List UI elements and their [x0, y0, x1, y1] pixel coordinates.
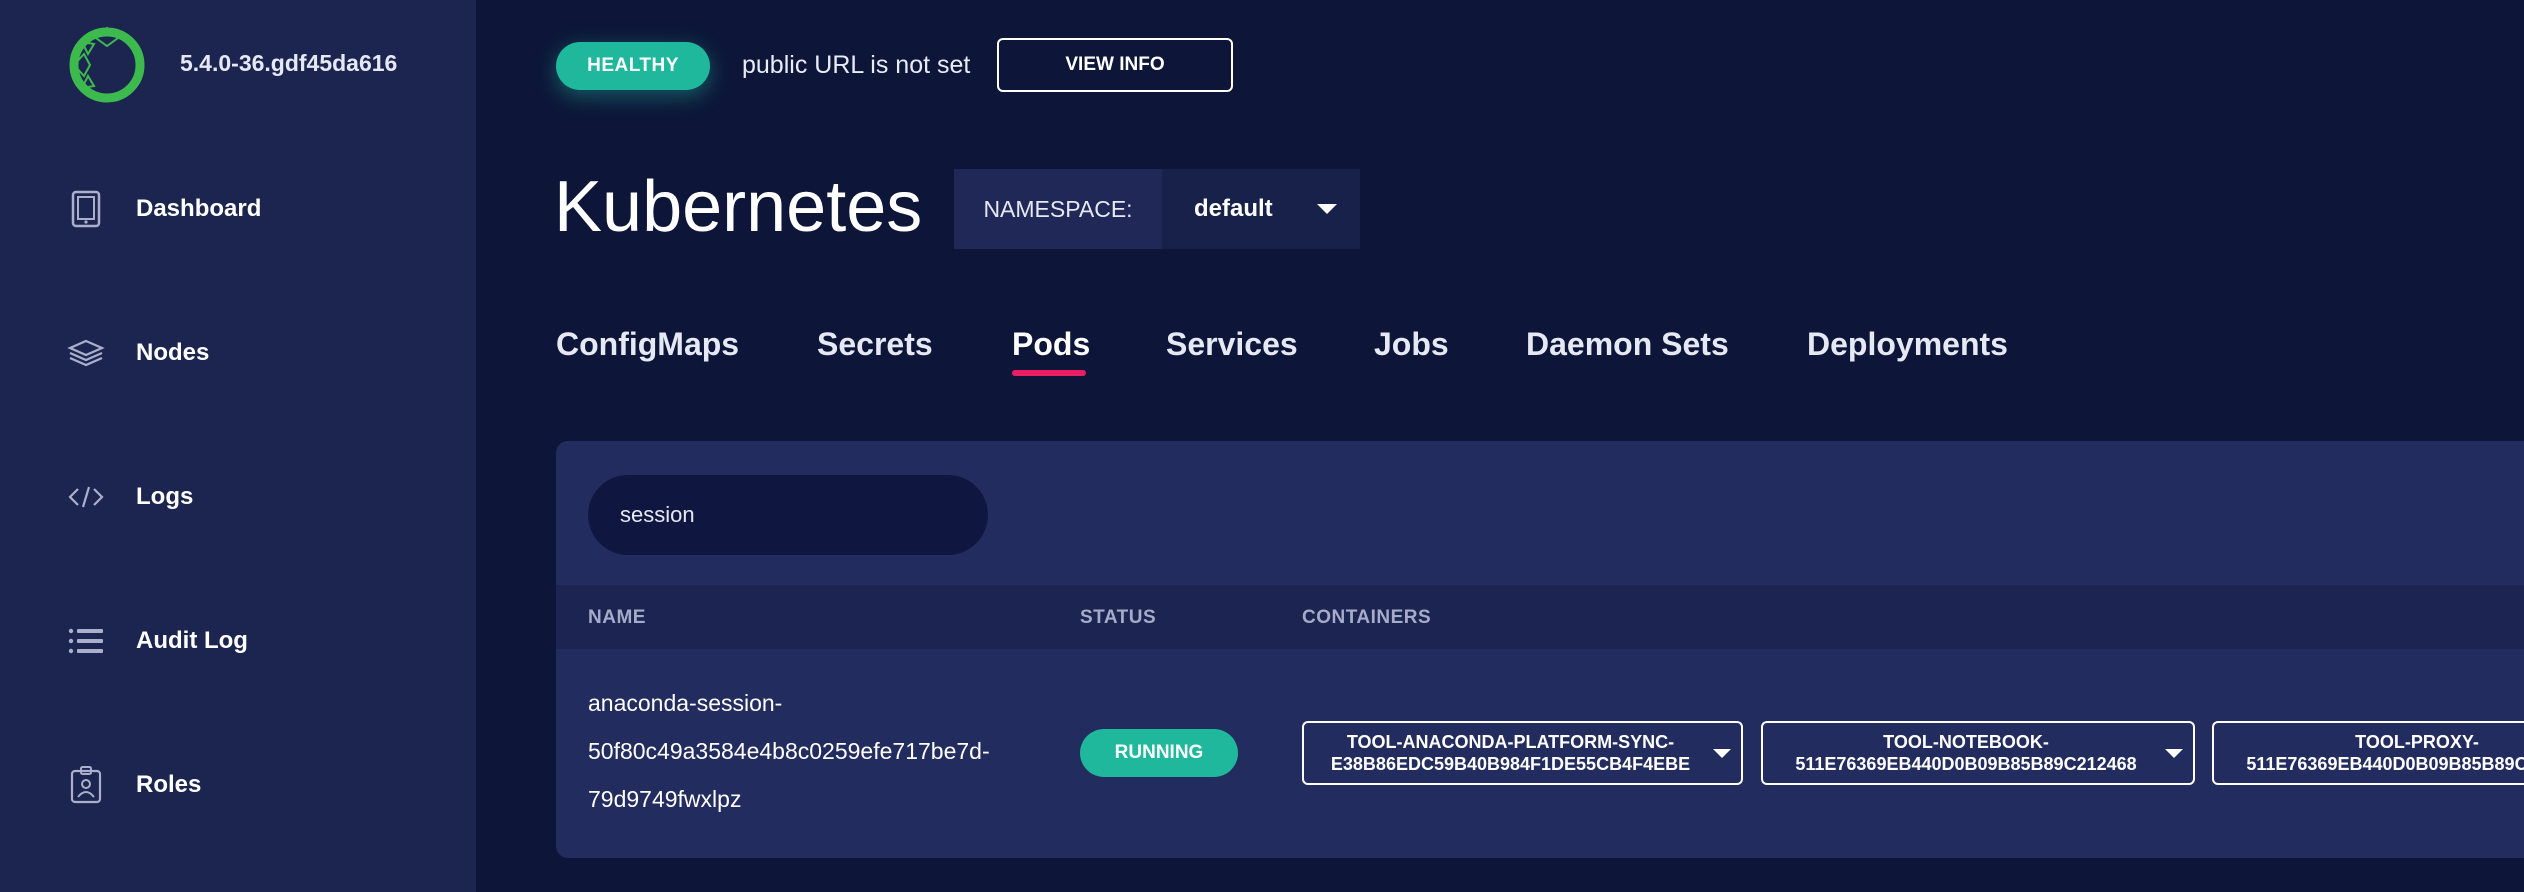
- namespace-dropdown[interactable]: default: [1162, 169, 1360, 249]
- badge-icon: [66, 765, 106, 805]
- public-url-status: public URL is not set: [742, 51, 971, 79]
- namespace-selector: NAMESPACE: default: [954, 169, 1360, 249]
- chevron-down-icon: [1316, 204, 1337, 214]
- container-name: TOOL-NOTEBOOK- 511E76369EB440D0B09B85B89…: [1795, 732, 2137, 774]
- tablet-icon: [66, 189, 106, 229]
- sidebar-item-label: Audit Log: [136, 627, 248, 654]
- sidebar-item-roles[interactable]: Roles: [66, 760, 201, 810]
- tab-jobs[interactable]: Jobs: [1374, 326, 1449, 363]
- pod-name-line: 79d9749fwxlpz: [588, 786, 742, 812]
- pod-name-line: 50f80c49a3584e4b8c0259efe717be7d-: [588, 738, 990, 764]
- column-header-name: NAME: [588, 607, 646, 628]
- anaconda-logo: [69, 26, 145, 103]
- container-dropdown[interactable]: TOOL-PROXY- 511E76369EB440D0B09B85B89C21…: [2212, 721, 2524, 785]
- sidebar-item-audit-log[interactable]: Audit Log: [66, 616, 248, 666]
- namespace-value: default: [1194, 195, 1273, 222]
- container-name: TOOL-ANACONDA-PLATFORM-SYNC- E38B86EDC59…: [1330, 732, 1691, 774]
- sidebar-item-label: Logs: [136, 483, 194, 510]
- sidebar-item-label: Roles: [136, 771, 202, 798]
- tab-pods[interactable]: Pods: [1012, 326, 1090, 363]
- main-content: HEALTHY public URL is not set VIEW INFO …: [476, 0, 2524, 892]
- list-icon: [66, 621, 106, 661]
- container-dropdown[interactable]: TOOL-ANACONDA-PLATFORM-SYNC- E38B86EDC59…: [1302, 721, 1743, 785]
- namespace-label: NAMESPACE:: [983, 195, 1133, 222]
- version-label: 5.4.0-36.gdf45da616: [180, 50, 398, 76]
- tab-services[interactable]: Services: [1166, 326, 1298, 363]
- sidebar-item-label: Nodes: [136, 339, 210, 366]
- sidebar: 5.4.0-36.gdf45da616 Dashboard Nodes Logs…: [0, 0, 476, 892]
- layers-icon: [66, 333, 106, 373]
- pod-name-line: anaconda-session-: [588, 690, 783, 716]
- chevron-down-icon: [2165, 749, 2183, 758]
- tab-configmaps[interactable]: ConfigMaps: [556, 326, 739, 363]
- code-icon: [66, 477, 106, 517]
- page-title: Kubernetes: [554, 167, 923, 247]
- health-status-badge: HEALTHY: [556, 42, 710, 90]
- column-header-status: STATUS: [1080, 607, 1157, 628]
- view-info-button[interactable]: VIEW INFO: [997, 38, 1233, 92]
- sidebar-item-label: Dashboard: [136, 195, 262, 222]
- tab-secrets[interactable]: Secrets: [817, 326, 933, 363]
- sidebar-item-nodes[interactable]: Nodes: [66, 328, 209, 378]
- table-header: NAME STATUS CONTAINERS: [556, 585, 2524, 649]
- status-badge: RUNNING: [1080, 729, 1238, 777]
- sidebar-item-logs[interactable]: Logs: [66, 472, 193, 522]
- column-header-containers: CONTAINERS: [1302, 607, 1432, 628]
- pod-name: anaconda-session- 50f80c49a3584e4b8c0259…: [588, 679, 1048, 823]
- sidebar-item-dashboard[interactable]: Dashboard: [66, 184, 261, 234]
- search-input[interactable]: session: [588, 475, 988, 555]
- chevron-down-icon: [1713, 749, 1731, 758]
- active-tab-indicator: [1012, 370, 1086, 376]
- pods-panel: session NAME STATUS CONTAINERS anaconda-…: [556, 441, 2524, 858]
- container-name: TOOL-PROXY- 511E76369EB440D0B09B85B89C21…: [2246, 732, 2524, 774]
- table-row[interactable]: anaconda-session- 50f80c49a3584e4b8c0259…: [556, 649, 2524, 858]
- search-input-value: session: [620, 502, 695, 527]
- tab-daemon-sets[interactable]: Daemon Sets: [1526, 326, 1729, 363]
- tab-deployments[interactable]: Deployments: [1807, 326, 2008, 363]
- container-dropdown[interactable]: TOOL-NOTEBOOK- 511E76369EB440D0B09B85B89…: [1761, 721, 2195, 785]
